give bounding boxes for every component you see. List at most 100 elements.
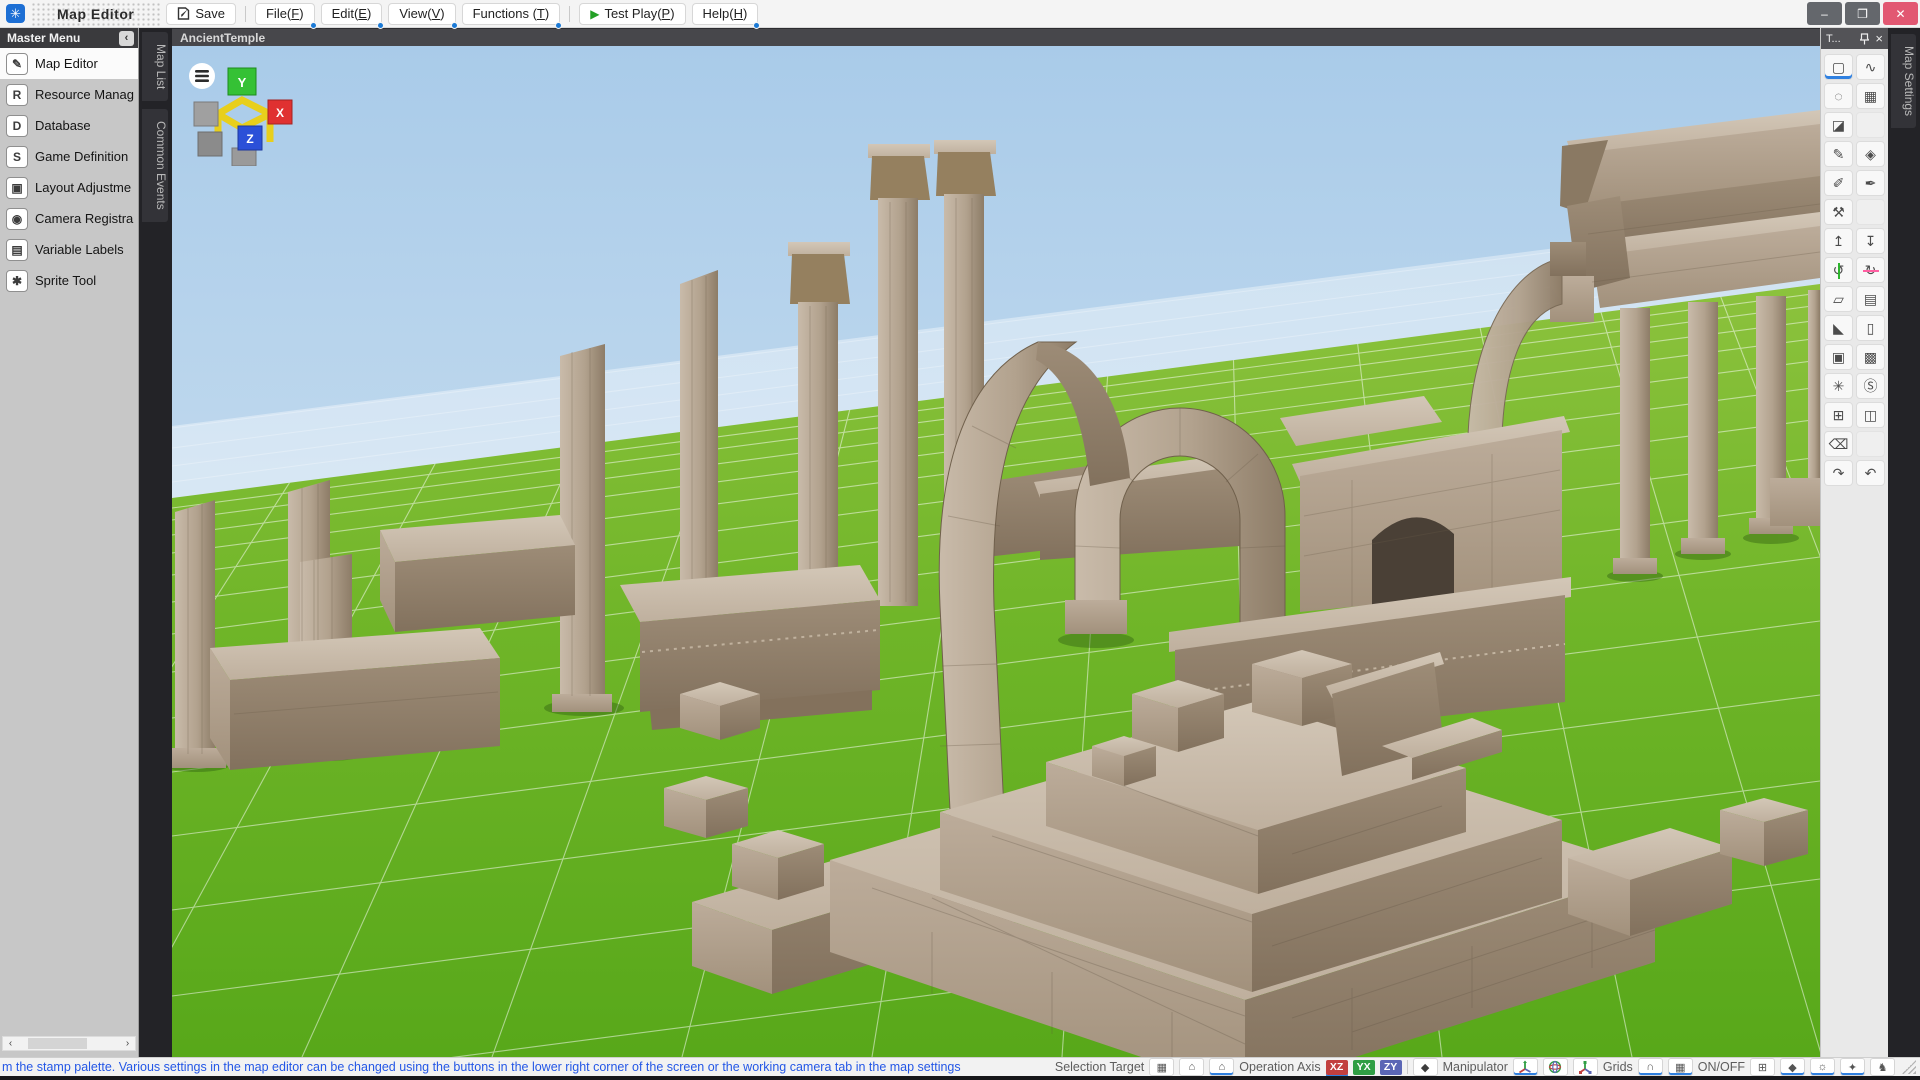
scroll-left-arrow[interactable]: ‹ — [3, 1038, 18, 1049]
layout-adjustment-icon: ▣ — [6, 177, 28, 199]
minimize-button[interactable]: – — [1807, 2, 1842, 25]
sidebar-item-camera-registration[interactable]: ◉Camera Registra — [0, 203, 138, 234]
select-ellipse-tool[interactable]: ◌ — [1824, 83, 1853, 109]
gizmo-y-axis[interactable]: Y — [228, 68, 256, 95]
collapse-sidebar-button[interactable]: ‹ — [119, 31, 134, 46]
grid-icon: ▦ — [1675, 1061, 1685, 1074]
box-tool[interactable]: ▯ — [1856, 315, 1885, 341]
svg-text:X: X — [276, 106, 284, 120]
character-toggle-button[interactable]: ♞ — [1870, 1058, 1895, 1076]
test-play-button[interactable]: ▶Test Play(P) — [579, 3, 685, 25]
master-menu-header: Master Menu ‹ — [0, 28, 138, 48]
ramp-tool[interactable]: ◣ — [1824, 315, 1853, 341]
tab-common-events[interactable]: Common Events — [142, 109, 168, 222]
close-button[interactable]: ✕ — [1883, 2, 1918, 25]
sidebar-item-sprite-tool[interactable]: ✱Sprite Tool — [0, 265, 138, 296]
sidebar-item-variable-labels[interactable]: ▤Variable Labels — [0, 234, 138, 265]
selection-target-objects-button[interactable]: ⌂ — [1179, 1058, 1204, 1076]
lighting-toggle-button[interactable]: ☼ — [1810, 1058, 1835, 1076]
tiles-icon: ⊞ — [1758, 1061, 1767, 1074]
master-menu: Master Menu ‹ ✎Map Editor RResource Mana… — [0, 28, 139, 1057]
sidebar-item-database[interactable]: DDatabase — [0, 110, 138, 141]
svg-text:Y: Y — [238, 75, 247, 90]
selection-target-all-button[interactable]: ⌂ — [1209, 1058, 1234, 1076]
axis-xz-button[interactable]: XZ — [1326, 1060, 1348, 1075]
rotate-x-tool[interactable]: ↻ — [1856, 257, 1885, 283]
manipulator-rotate-button[interactable] — [1543, 1058, 1568, 1076]
left-dock-tabs: Map List Common Events — [139, 28, 172, 1057]
gizmo-x-axis[interactable]: X — [268, 100, 292, 124]
coordinate-toggle-button[interactable]: ◆ — [1413, 1058, 1438, 1076]
select-rectangle-tool[interactable]: ▢ — [1824, 54, 1853, 80]
status-message: m the stamp palette. Various settings in… — [2, 1060, 961, 1074]
separator — [245, 6, 246, 22]
effects-toggle-button[interactable]: ✦ — [1840, 1058, 1865, 1076]
save-button[interactable]: Save — [166, 3, 236, 25]
manipulator-label: Manipulator — [1443, 1060, 1508, 1074]
sidebar-item-game-definition[interactable]: SGame Definition — [0, 141, 138, 172]
character-icon: ♞ — [1878, 1061, 1888, 1074]
magnet-icon: ∩ — [1646, 1061, 1654, 1073]
select-block-tool[interactable]: ▦ — [1856, 83, 1885, 109]
manipulator-move-button[interactable] — [1513, 1058, 1538, 1076]
trash-button[interactable]: ⌫ — [1824, 431, 1853, 457]
rotate-y-tool[interactable]: ↺ — [1824, 257, 1853, 283]
grids-label: Grids — [1603, 1060, 1633, 1074]
bring-forward-tool[interactable]: ▣ — [1824, 344, 1853, 370]
taskbar-edge — [0, 1076, 1920, 1080]
start-point-tool[interactable]: Ⓢ — [1856, 373, 1885, 399]
menu-file[interactable]: File(F) — [255, 3, 315, 25]
brush-tool[interactable]: ✐ — [1824, 170, 1853, 196]
sidebar-item-layout-adjustment[interactable]: ▣Layout Adjustme — [0, 172, 138, 203]
send-backward-tool[interactable]: ▩ — [1856, 344, 1885, 370]
orientation-gizmo[interactable]: Y X Z — [180, 54, 308, 166]
tab-map-list[interactable]: Map List — [142, 32, 168, 101]
axis-yx-button[interactable]: YX — [1353, 1060, 1375, 1075]
geometry-toggle-button[interactable]: ◆ — [1780, 1058, 1805, 1076]
eyedropper-tool[interactable]: ✒ — [1856, 170, 1885, 196]
axis-zy-button[interactable]: ZY — [1380, 1060, 1402, 1075]
selection-target-terrain-button[interactable]: ▦ — [1149, 1058, 1174, 1076]
maximize-button[interactable]: ❐ — [1845, 2, 1880, 25]
redo-button[interactable]: ↷ — [1824, 460, 1853, 486]
titlebar: ✳ Map Editor Save File(F) Edit(E) View(V… — [0, 0, 1920, 28]
pin-icon[interactable] — [1860, 33, 1869, 45]
viewport-map-tab[interactable]: AncientTemple — [172, 28, 1820, 46]
statusbar: m the stamp palette. Various settings in… — [0, 1057, 1920, 1076]
raise-terrain-tool[interactable]: ↥ — [1824, 228, 1853, 254]
slab-stack-tool[interactable]: ▤ — [1856, 286, 1885, 312]
objects-terrain-icon: ⌂ — [1218, 1061, 1225, 1073]
resize-grip[interactable] — [1902, 1060, 1916, 1074]
scrollbar-thumb[interactable] — [28, 1038, 87, 1049]
menu-view[interactable]: View(V) — [388, 3, 455, 25]
manipulator-scale-button[interactable] — [1573, 1058, 1598, 1076]
grid-snap-button[interactable]: ∩ — [1638, 1058, 1663, 1076]
paste-tool[interactable]: ◫ — [1856, 402, 1885, 428]
menu-edit[interactable]: Edit(E) — [321, 3, 383, 25]
shovel-tool[interactable]: ⚒ — [1824, 199, 1853, 225]
pen-tool[interactable]: ✎ — [1824, 141, 1853, 167]
viewport-scene[interactable] — [172, 46, 1820, 1057]
fill-bucket-tool[interactable]: ◈ — [1856, 141, 1885, 167]
scroll-right-arrow[interactable]: › — [120, 1038, 135, 1049]
sidebar-item-resource-manager[interactable]: RResource Manag — [0, 79, 138, 110]
notification-dot — [377, 22, 384, 29]
grid-display-button[interactable]: ▦ — [1668, 1058, 1693, 1076]
duplicate-tool[interactable]: ⊞ — [1824, 402, 1853, 428]
tiles-toggle-button[interactable]: ⊞ — [1750, 1058, 1775, 1076]
slab-tool[interactable]: ▱ — [1824, 286, 1853, 312]
select-face-tool[interactable]: ◪ — [1824, 112, 1853, 138]
menu-help[interactable]: Help(H) — [692, 3, 759, 25]
close-panel-icon[interactable]: × — [1875, 31, 1883, 46]
select-free-tool[interactable]: ∿ — [1856, 54, 1885, 80]
tab-map-settings[interactable]: Map Settings — [1891, 34, 1916, 128]
lower-terrain-tool[interactable]: ↧ — [1856, 228, 1885, 254]
event-spray-tool[interactable]: ✳ — [1824, 373, 1853, 399]
undo-button[interactable]: ↶ — [1856, 460, 1885, 486]
objects-icon: ⌂ — [1188, 1061, 1195, 1073]
gizmo-z-axis[interactable]: Z — [238, 126, 262, 150]
sidebar-scrollbar[interactable]: ‹ › — [2, 1036, 136, 1051]
sidebar-item-map-editor[interactable]: ✎Map Editor — [0, 48, 138, 79]
effects-icon: ✦ — [1848, 1061, 1857, 1074]
menu-functions[interactable]: Functions (T) — [462, 3, 561, 25]
